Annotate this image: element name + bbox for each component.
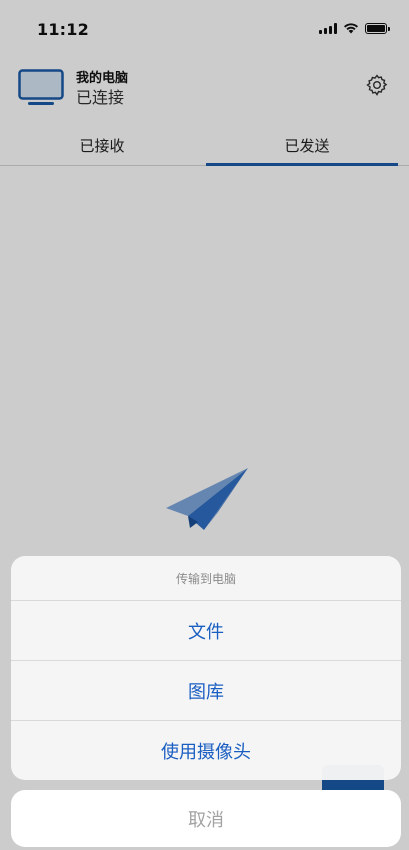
option-file-button[interactable]: 文件 (11, 601, 401, 661)
option-gallery-button[interactable]: 图库 (11, 661, 401, 721)
action-sheet: 传输到电脑 文件 图库 使用摄像头 (11, 556, 401, 780)
option-camera-button[interactable]: 使用摄像头 (11, 721, 401, 780)
action-sheet-title: 传输到电脑 (11, 556, 401, 601)
cancel-button[interactable]: 取消 (11, 790, 401, 847)
